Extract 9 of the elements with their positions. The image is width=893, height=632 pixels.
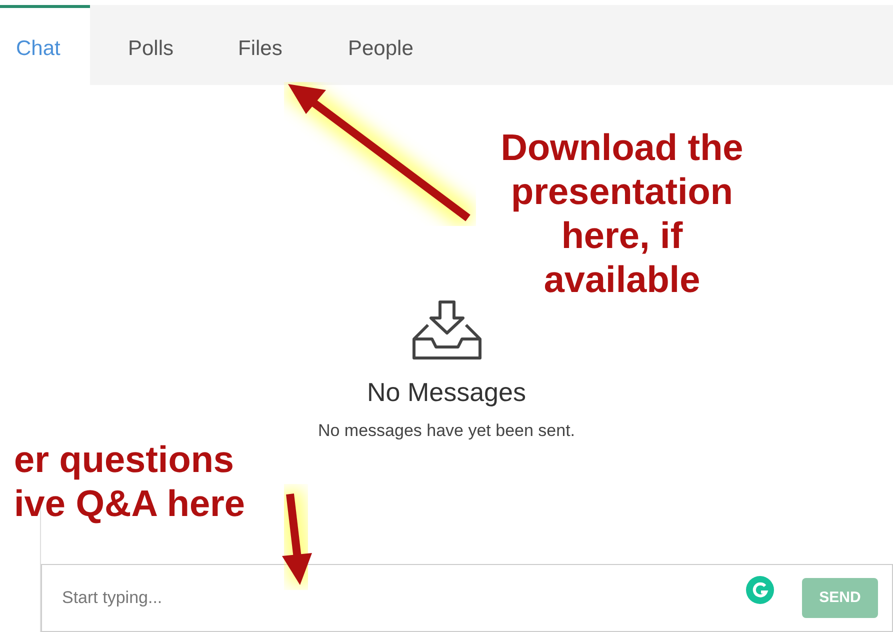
tab[interactable]: Files	[200, 5, 310, 85]
tab[interactable]: Polls	[90, 5, 200, 85]
inbox-download-icon	[410, 299, 484, 361]
annotation-text: Download the presentation here, if available	[500, 126, 744, 302]
annotation-text: er questions ive Q&A here	[14, 438, 245, 526]
empty-state-message: No messages have yet been sent.	[318, 420, 576, 442]
grammar-assistant-icon[interactable]	[746, 576, 774, 604]
tab[interactable]: People	[310, 5, 420, 85]
empty-state-title: No Messages	[367, 376, 526, 409]
